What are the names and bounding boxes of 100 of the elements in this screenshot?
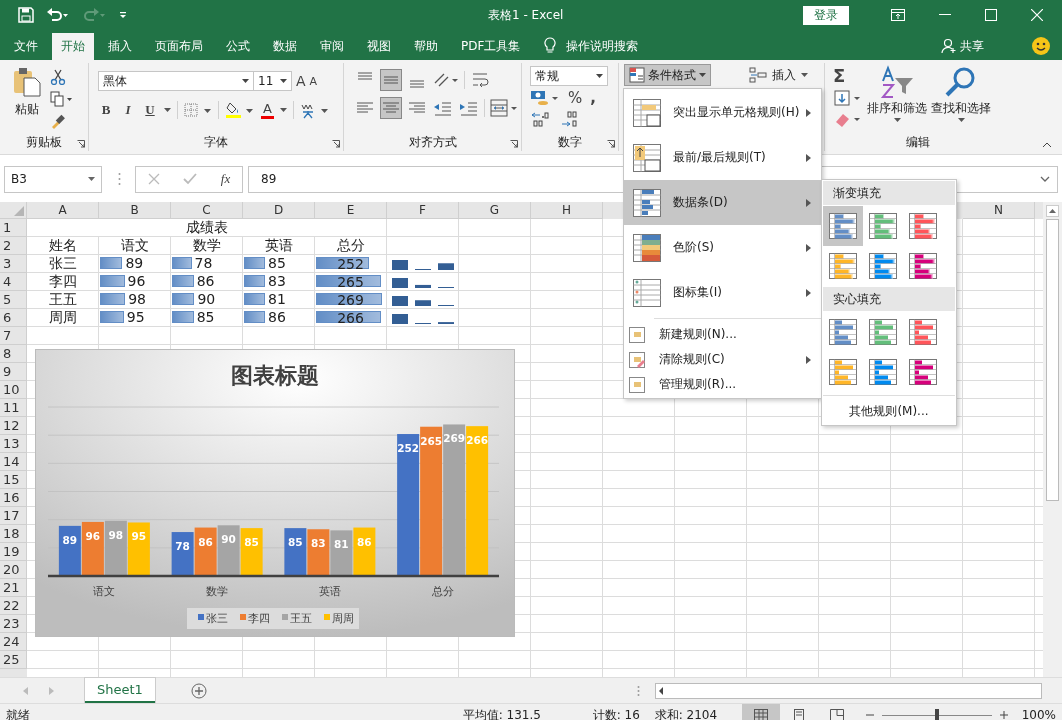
row-header[interactable]: 12 bbox=[0, 417, 27, 435]
person-icon[interactable] bbox=[941, 38, 957, 54]
row-header[interactable]: 14 bbox=[0, 453, 27, 471]
fill-down-icon[interactable] bbox=[833, 89, 863, 107]
ribbon-tab[interactable]: 文件 bbox=[5, 33, 47, 60]
ribbon-tab[interactable]: 帮助 bbox=[405, 33, 447, 60]
row-header[interactable]: 20 bbox=[0, 561, 27, 579]
font-style-button[interactable]: B bbox=[98, 102, 114, 118]
menu-item[interactable]: 色阶(S) bbox=[624, 225, 821, 270]
undo-icon[interactable] bbox=[46, 7, 70, 23]
menu-item[interactable]: 最前/最后规则(T) bbox=[624, 135, 821, 180]
tell-me-search[interactable]: 操作说明搜索 bbox=[566, 33, 639, 60]
ribbon-tab[interactable]: 插入 bbox=[99, 33, 141, 60]
column-header[interactable]: G bbox=[459, 202, 531, 219]
row-header[interactable]: 4 bbox=[0, 273, 27, 291]
column-header[interactable]: N bbox=[963, 202, 1035, 219]
font-size-field[interactable]: 11 bbox=[253, 71, 292, 91]
data-bar-style-option[interactable] bbox=[823, 206, 863, 246]
dropdown-arrow-icon[interactable] bbox=[279, 108, 287, 112]
dialog-launcher-icon[interactable] bbox=[607, 140, 615, 148]
shrink-font-button[interactable]: A bbox=[309, 74, 318, 88]
ribbon-tab[interactable]: 视图 bbox=[358, 33, 400, 60]
fill-color-icon[interactable] bbox=[225, 101, 255, 119]
conditional-formatting-button[interactable]: 条件格式 bbox=[624, 64, 711, 86]
column-header[interactable]: F bbox=[387, 202, 459, 219]
ribbon-tab[interactable]: 审阅 bbox=[311, 33, 353, 60]
ribbon-display-icon[interactable] bbox=[891, 9, 905, 21]
font-style-button[interactable]: U bbox=[142, 102, 158, 118]
column-header[interactable]: E bbox=[315, 202, 387, 219]
menu-item[interactable]: 突出显示单元格规则(H) bbox=[624, 90, 821, 135]
sign-in-button[interactable]: 登录 bbox=[803, 5, 849, 25]
row-header[interactable]: 17 bbox=[0, 507, 27, 525]
font-name-field[interactable]: 黑体 bbox=[98, 71, 254, 91]
currency-icon[interactable] bbox=[530, 89, 560, 107]
menu-item[interactable]: 数据条(D) bbox=[624, 180, 821, 225]
menu-item[interactable]: 新建规则(N)... bbox=[624, 322, 821, 347]
minimize-icon[interactable] bbox=[939, 14, 951, 16]
insert-cells-button[interactable]: 插入 bbox=[749, 64, 808, 86]
column-header[interactable]: A bbox=[27, 202, 99, 219]
row-header[interactable]: 9 bbox=[0, 363, 27, 381]
normal-view-button[interactable] bbox=[741, 704, 780, 720]
percent-button[interactable]: % bbox=[568, 89, 583, 107]
zoom-in-icon[interactable] bbox=[999, 711, 1008, 719]
row-header[interactable]: 19 bbox=[0, 543, 27, 561]
sheet-tab[interactable]: Sheet1 bbox=[85, 678, 155, 703]
row-header[interactable]: 24 bbox=[0, 633, 27, 651]
row-header[interactable]: 1 bbox=[0, 219, 27, 237]
row-header[interactable]: 3 bbox=[0, 255, 27, 273]
menu-item[interactable]: 清除规则(C) bbox=[624, 347, 821, 372]
row-header[interactable]: 25 bbox=[0, 651, 27, 669]
menu-item[interactable]: 管理规则(R)... bbox=[624, 372, 821, 397]
copy-icon[interactable] bbox=[50, 91, 74, 107]
close-icon[interactable] bbox=[1031, 9, 1043, 21]
row-header[interactable]: 16 bbox=[0, 489, 27, 507]
collapse-ribbon-icon[interactable] bbox=[1042, 142, 1052, 148]
customize-icon[interactable] bbox=[118, 10, 128, 20]
expand-icon[interactable] bbox=[1040, 176, 1050, 182]
add-sheet-icon[interactable] bbox=[190, 682, 207, 699]
row-header[interactable]: 23 bbox=[0, 615, 27, 633]
ribbon-tab[interactable]: 数据 bbox=[264, 33, 306, 60]
row-header[interactable]: 6 bbox=[0, 309, 27, 327]
column-header[interactable]: D bbox=[243, 202, 315, 219]
row-header[interactable]: 21 bbox=[0, 579, 27, 597]
share-button[interactable]: 共享 bbox=[960, 33, 984, 60]
column-header[interactable]: B bbox=[99, 202, 171, 219]
row-header[interactable]: 7 bbox=[0, 327, 27, 345]
row-header[interactable]: 22 bbox=[0, 597, 27, 615]
menu-item[interactable]: 其他规则(M)... bbox=[823, 398, 955, 424]
dialog-launcher-icon[interactable] bbox=[510, 140, 518, 148]
number-format-field[interactable]: 常规 bbox=[530, 66, 608, 86]
zoom-thumb[interactable] bbox=[934, 708, 939, 720]
checkmark-icon[interactable] bbox=[183, 173, 198, 185]
scroll-up-icon[interactable] bbox=[1046, 205, 1059, 217]
menu-item[interactable]: 图标集(I) bbox=[624, 270, 821, 315]
sort-filter-button[interactable]: 排序和筛选 bbox=[867, 65, 927, 133]
smiley-icon[interactable] bbox=[1032, 37, 1050, 55]
row-header[interactable]: 5 bbox=[0, 291, 27, 309]
dialog-launcher-icon[interactable] bbox=[332, 140, 340, 148]
dropdown-arrow-icon[interactable] bbox=[164, 108, 171, 112]
maximize-icon[interactable] bbox=[985, 9, 997, 21]
name-box[interactable]: B3 bbox=[4, 165, 102, 193]
ribbon-tab[interactable]: 页面布局 bbox=[146, 33, 212, 60]
grip-icon[interactable] bbox=[118, 172, 121, 186]
row-header[interactable]: 18 bbox=[0, 525, 27, 543]
ribbon-tab[interactable]: PDF工具集 bbox=[452, 33, 530, 60]
grow-font-button[interactable]: A bbox=[296, 73, 306, 89]
borders-icon[interactable] bbox=[184, 103, 212, 117]
font-style-button[interactable]: I bbox=[120, 102, 136, 118]
zoom-out-icon[interactable] bbox=[865, 711, 874, 719]
row-header[interactable]: 11 bbox=[0, 399, 27, 417]
paintbrush-icon[interactable] bbox=[50, 113, 66, 129]
font-color-button[interactable]: A bbox=[261, 101, 274, 119]
paste-button[interactable]: 粘贴 bbox=[12, 67, 42, 133]
ribbon-tab[interactable]: 公式 bbox=[217, 33, 259, 60]
ribbon-tab[interactable]: 开始 bbox=[52, 33, 94, 60]
column-header[interactable]: H bbox=[531, 202, 603, 219]
grip-icon[interactable] bbox=[637, 684, 640, 697]
horizontal-scrollbar[interactable] bbox=[655, 682, 1042, 699]
row-header[interactable]: 8 bbox=[0, 345, 27, 363]
scissors-icon[interactable] bbox=[50, 69, 66, 85]
